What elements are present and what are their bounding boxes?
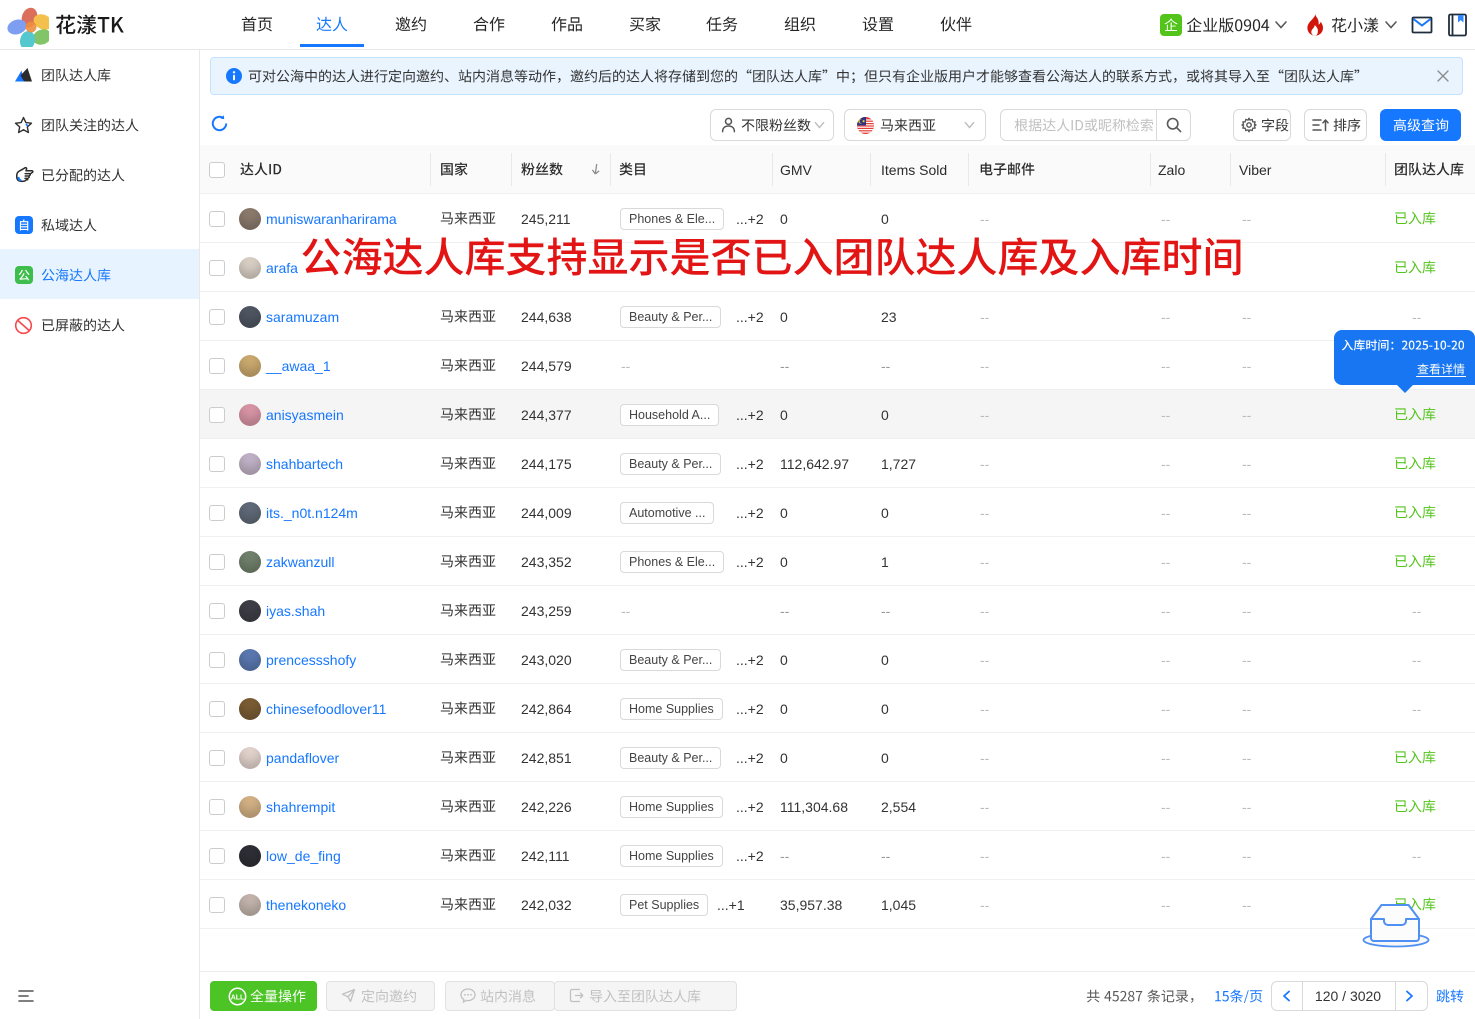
- svg-text:ALL: ALL: [231, 994, 245, 1001]
